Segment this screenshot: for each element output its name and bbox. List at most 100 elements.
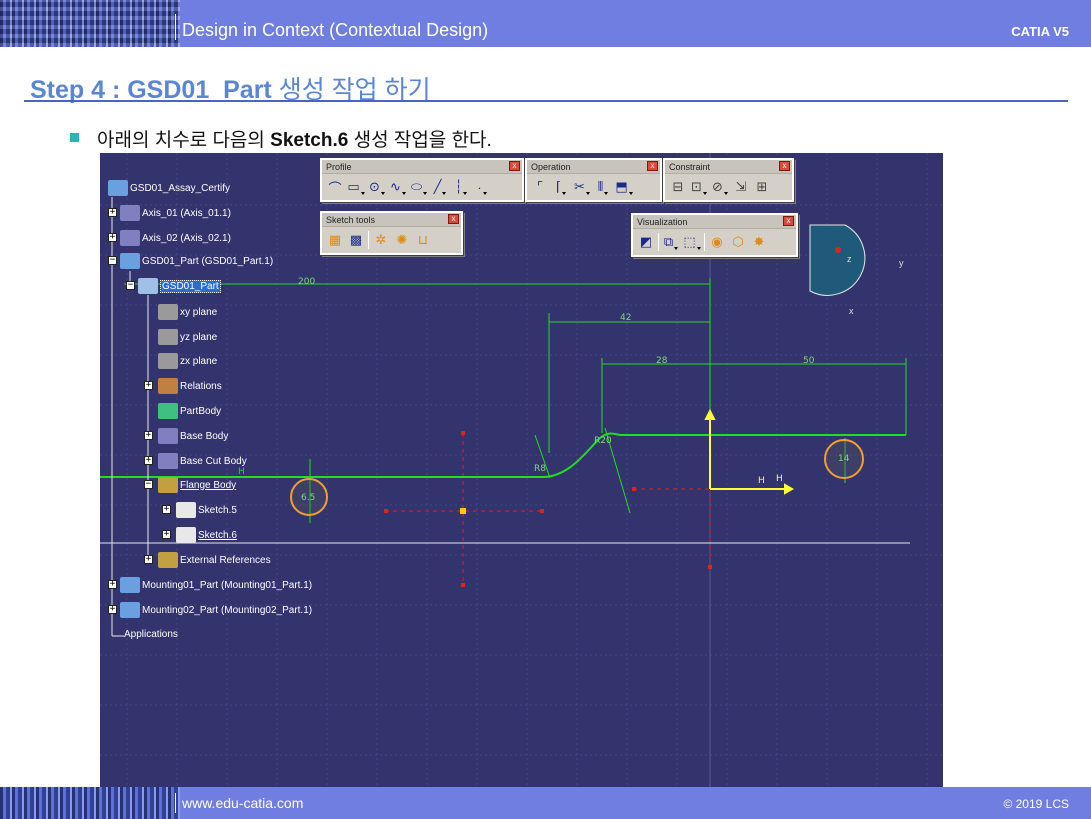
dimensional-constraints-icon[interactable]: ⊔	[414, 231, 432, 249]
header-banner: Design in Context (Contextual Design) CA…	[0, 0, 1091, 47]
geometrical-set-icon	[158, 477, 178, 493]
tree-item-partbody[interactable]: PartBody	[158, 403, 221, 419]
expand-icon[interactable]: +	[108, 605, 117, 614]
grid-icon[interactable]: ▦	[326, 231, 344, 249]
close-icon[interactable]: x	[509, 161, 520, 171]
close-icon[interactable]: x	[783, 216, 794, 226]
construction-element-icon[interactable]: ✲	[372, 231, 390, 249]
spline-icon[interactable]: ∿	[389, 178, 407, 196]
profile-toolbar-title: Profile x	[322, 160, 522, 174]
tree-item-axis-01[interactable]: Axis_01 (Axis_01.1)	[120, 205, 231, 221]
tree-item-label: GSD01_Part (GSD01_Part.1)	[142, 255, 274, 267]
catia-viewport[interactable]: 200 42 28 50 R8 R20 6.5 14 H H H z y x G…	[100, 153, 943, 787]
banner-separator	[175, 14, 176, 40]
constraint-icon[interactable]: ⊡	[690, 178, 708, 196]
constraint-toolbar[interactable]: Constraint x ⊟ ⊡ ⊘ ⇲ ⊞	[663, 158, 794, 202]
dimensional-visual-icon[interactable]: ⬡	[729, 233, 747, 251]
tree-item-label: Base Cut Body	[180, 455, 247, 467]
relations-icon	[158, 378, 178, 394]
constraint-toolbar-title-text: Constraint	[669, 162, 711, 172]
tree-item-xy-plane[interactable]: xy plane	[158, 304, 217, 320]
visualization-toolbar[interactable]: Visualization x ◩ ⧉ ⬚ ◉ ⬡ ✸	[631, 213, 798, 257]
expand-icon[interactable]: +	[108, 233, 117, 242]
tree-item-base-cut-body[interactable]: Base Cut Body	[158, 453, 247, 469]
animate-constraint-icon[interactable]: ⊞	[753, 178, 771, 196]
close-icon[interactable]: x	[647, 161, 658, 171]
rectangle-icon[interactable]: ▭	[347, 178, 365, 196]
expand-icon[interactable]: +	[108, 208, 117, 217]
slide: Design in Context (Contextual Design) CA…	[0, 0, 1091, 819]
axis-icon[interactable]: ┆	[452, 178, 470, 196]
tree-item-label: zx plane	[180, 355, 218, 367]
circle-icon[interactable]: ⊙	[368, 178, 386, 196]
corner-icon[interactable]: ⌜	[531, 178, 549, 196]
footer-site-link[interactable]: www.edu-catia.com	[182, 795, 303, 811]
snap-to-point-icon[interactable]: ▩	[347, 231, 365, 249]
plane-icon	[158, 329, 178, 345]
expand-icon[interactable]: +	[144, 555, 153, 564]
profile-icon[interactable]: ⌒	[326, 178, 344, 196]
collapse-icon[interactable]: −	[126, 281, 135, 290]
cut-part-by-sketch-plane-icon[interactable]: ◩	[637, 233, 655, 251]
expand-icon[interactable]: +	[144, 381, 153, 390]
chamfer-icon[interactable]: ⌈	[552, 178, 570, 196]
pick-geometry-icon[interactable]: ⧉	[662, 233, 680, 251]
tree-item-relations[interactable]: Relations	[158, 378, 222, 394]
ellipse-icon[interactable]: ⬭	[410, 178, 428, 196]
tree-item-label: External References	[180, 554, 271, 566]
expand-icon[interactable]: +	[144, 431, 153, 440]
visualization-toolbar-title: Visualization x	[633, 215, 796, 229]
line-icon[interactable]: ╱	[431, 178, 449, 196]
tree-item-gsd01-part[interactable]: GSD01_Part	[138, 278, 221, 294]
tree-item-applications[interactable]: Applications	[124, 629, 178, 640]
geometrical-constraints-icon[interactable]: ✺	[393, 231, 411, 249]
tree-item-yz-plane[interactable]: yz plane	[158, 329, 217, 345]
tree-item-sketch-5[interactable]: Sketch.5	[176, 502, 237, 518]
tree-item-mounting02[interactable]: Mounting02_Part (Mounting02_Part.1)	[120, 602, 312, 618]
low-intensity-icon[interactable]: ⬚	[683, 233, 701, 251]
sketch-tools-toolbar-title-text: Sketch tools	[326, 215, 376, 225]
sketch-tools-toolbar[interactable]: Sketch tools x ▦ ▩ ✲ ✺ ⊔	[320, 211, 463, 255]
contact-constraint-icon[interactable]: ⊘	[711, 178, 729, 196]
sketch-canvas[interactable]: 200 42 28 50 R8 R20 6.5 14 H H H	[100, 153, 943, 787]
tree-item-sketch-6[interactable]: Sketch.6	[176, 527, 237, 543]
expand-icon[interactable]: +	[108, 580, 117, 589]
mirror-icon[interactable]: ⫴	[594, 178, 612, 196]
bullet-text-after: 생성 작업을 한다.	[348, 130, 492, 151]
visualization-toolbar-body: ◩ ⧉ ⬚ ◉ ⬡ ✸	[633, 229, 796, 255]
expand-icon[interactable]: +	[162, 530, 171, 539]
tree-item-zx-plane[interactable]: zx plane	[158, 353, 217, 369]
profile-toolbar[interactable]: Profile x ⌒ ▭ ⊙ ∿ ⬭ ╱ ┆ ·	[320, 158, 524, 202]
trim-icon[interactable]: ✂	[573, 178, 591, 196]
sketch-tools-toolbar-title: Sketch tools x	[322, 213, 461, 227]
project-3d-icon[interactable]: ⬒	[615, 178, 633, 196]
point-icon[interactable]: ·	[473, 178, 491, 196]
footer-banner: www.edu-catia.com © 2019 LCS	[0, 787, 1091, 819]
banner-texture-overlay	[0, 0, 180, 47]
tree-item-mounting01[interactable]: Mounting01_Part (Mounting01_Part.1)	[120, 577, 312, 593]
diagnostics-icon[interactable]: ◉	[708, 233, 726, 251]
bullet-text-before: 아래의 치수로 다음의	[97, 130, 271, 151]
tree-item-axis-02[interactable]: Axis_02 (Axis_02.1)	[120, 230, 231, 246]
operation-toolbar[interactable]: Operation x ⌜ ⌈ ✂ ⫴ ⬒	[525, 158, 662, 202]
collapse-icon[interactable]: −	[144, 480, 153, 489]
tree-item-external-references[interactable]: External References	[158, 552, 271, 568]
tree-item-gsd01-instance[interactable]: GSD01_Part (GSD01_Part.1)	[120, 253, 273, 269]
footer-texture	[0, 787, 180, 819]
close-icon[interactable]: x	[779, 161, 790, 171]
expand-icon[interactable]: +	[162, 505, 171, 514]
expand-icon[interactable]: +	[144, 456, 153, 465]
close-icon[interactable]: x	[448, 214, 459, 224]
tree-item-assembly[interactable]: GSD01_Assay_Certify	[108, 180, 230, 196]
tree-item-label: Sketch.5	[198, 504, 237, 516]
constraint-dialog-icon[interactable]: ⊟	[669, 178, 687, 196]
tree-item-base-body[interactable]: Base Body	[158, 428, 228, 444]
auto-constraint-icon[interactable]: ⇲	[732, 178, 750, 196]
geometrical-visual-icon[interactable]: ✸	[750, 233, 768, 251]
collapse-icon[interactable]: −	[108, 256, 117, 265]
origin-point	[460, 508, 466, 514]
tree-item-label: PartBody	[180, 405, 222, 417]
tree-item-flange-body[interactable]: Flange Body	[158, 477, 236, 493]
instruction-bullet: 아래의 치수로 다음의 Sketch.6 생성 작업을 한다.	[70, 125, 492, 152]
external-references-icon	[158, 552, 178, 568]
